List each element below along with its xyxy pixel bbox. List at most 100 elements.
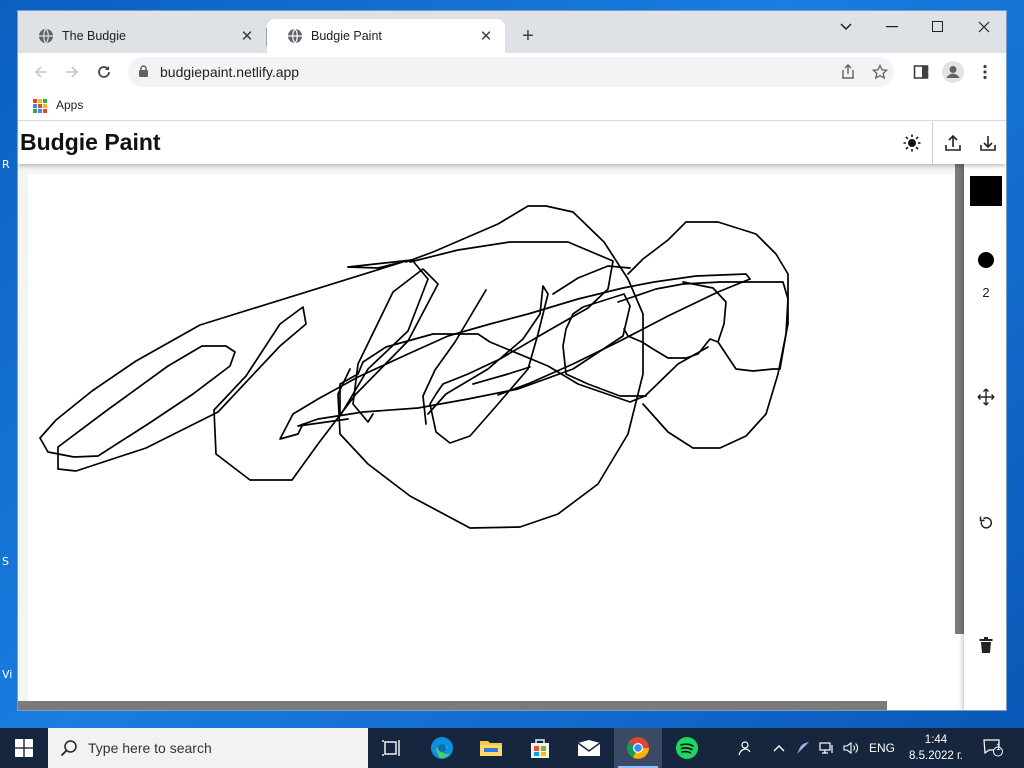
app-header: Budgie Paint	[18, 122, 1006, 164]
pen-tray-button[interactable]	[792, 728, 814, 768]
desktop-icon-label[interactable]: Vi	[2, 668, 16, 681]
chevron-up-icon	[773, 745, 785, 752]
pan-button[interactable]	[975, 386, 997, 408]
search-placeholder: Type here to search	[88, 740, 212, 756]
horizontal-scrollbar[interactable]	[18, 701, 887, 710]
taskbar-chrome[interactable]	[614, 728, 662, 768]
folder-icon	[480, 741, 502, 756]
desktop-icon-label[interactable]: R	[2, 158, 16, 171]
browser-toolbar: budgiepaint.netlify.app	[18, 53, 1006, 91]
download-icon	[980, 136, 996, 151]
clear-canvas-button[interactable]	[975, 634, 997, 656]
app-title: Budgie Paint	[20, 129, 161, 155]
mail-icon	[577, 740, 601, 756]
tab-strip: The Budgie ✕ Budgie Paint ✕ +	[18, 11, 1006, 53]
drawing-canvas[interactable]	[18, 164, 964, 710]
taskbar-edge[interactable]	[418, 728, 466, 768]
clock[interactable]: 1:44 8.5.2022 г.	[900, 732, 972, 764]
avatar-icon	[942, 61, 964, 83]
sun-icon	[903, 134, 921, 152]
header-divider	[932, 122, 933, 164]
apps-grid-icon[interactable]	[33, 99, 47, 113]
budgie-paint-page: Budgie Paint 2	[18, 122, 1006, 710]
maximize-button[interactable]	[915, 11, 961, 43]
upload-button[interactable]	[942, 132, 964, 154]
tab-budgie-paint[interactable]: Budgie Paint ✕	[267, 19, 505, 53]
network-button[interactable]	[816, 728, 838, 768]
minimize-button[interactable]	[869, 11, 915, 43]
tab-title: The Budgie	[62, 29, 126, 43]
browser-window: The Budgie ✕ Budgie Paint ✕ + budgiepain…	[17, 10, 1007, 711]
bookmarks-bar: Apps	[18, 91, 1006, 121]
address-url: budgiepaint.netlify.app	[160, 64, 300, 80]
people-icon	[738, 741, 751, 756]
download-button[interactable]	[977, 132, 999, 154]
clock-date: 8.5.2022 г.	[909, 750, 963, 762]
store-bag-icon	[531, 739, 549, 758]
scribble-drawing	[39, 205, 789, 529]
bookmark-apps[interactable]: Apps	[56, 98, 83, 112]
tab-search-button[interactable]	[823, 11, 869, 43]
side-panel-button[interactable]	[908, 59, 934, 85]
vertical-scrollbar[interactable]	[955, 164, 964, 634]
task-view-icon	[382, 740, 400, 756]
upload-icon	[945, 134, 961, 151]
volume-button[interactable]	[840, 728, 862, 768]
people-button[interactable]	[730, 728, 758, 768]
taskbar-search-box[interactable]: Type here to search	[48, 728, 368, 768]
reload-button[interactable]	[91, 59, 117, 85]
taskbar-file-explorer[interactable]	[467, 728, 515, 768]
back-button[interactable]	[28, 59, 54, 85]
chrome-icon	[627, 737, 649, 759]
tab-title: Budgie Paint	[311, 29, 382, 43]
close-window-button[interactable]	[961, 11, 1006, 43]
arrow-right-icon	[66, 66, 79, 78]
trash-icon	[979, 637, 993, 653]
address-bar[interactable]: budgiepaint.netlify.app	[128, 57, 894, 87]
edge-icon	[431, 737, 453, 759]
chevron-down-icon	[840, 23, 852, 31]
taskbar-store[interactable]	[516, 728, 564, 768]
reset-view-button[interactable]	[975, 512, 997, 534]
tab-the-budgie[interactable]: The Budgie ✕	[18, 19, 266, 53]
close-icon	[978, 21, 990, 33]
spotify-icon	[676, 737, 698, 759]
globe-icon	[39, 28, 53, 44]
forward-button[interactable]	[59, 59, 85, 85]
color-swatch[interactable]	[970, 176, 1002, 206]
bookmark-star-icon[interactable]	[870, 62, 890, 82]
brush-size-dot[interactable]	[978, 252, 994, 268]
close-tab-icon[interactable]: ✕	[238, 27, 256, 45]
network-icon	[819, 742, 833, 754]
theme-toggle-button[interactable]	[901, 132, 923, 154]
input-language-button[interactable]: ENG	[866, 728, 898, 768]
speaker-icon	[843, 741, 858, 755]
globe-icon	[288, 28, 302, 44]
desktop-icon-label[interactable]: S	[2, 555, 16, 568]
move-arrows-icon	[977, 388, 995, 406]
task-view-button[interactable]	[368, 728, 416, 768]
new-tab-button[interactable]: +	[516, 24, 540, 48]
kebab-menu-icon	[983, 64, 987, 80]
lock-icon	[139, 65, 148, 77]
profile-button[interactable]	[940, 59, 966, 85]
share-icon[interactable]	[838, 62, 858, 82]
search-icon	[60, 740, 77, 757]
taskbar-spotify[interactable]	[663, 728, 711, 768]
show-hidden-icons-button[interactable]	[768, 728, 790, 768]
windows-taskbar: Type here to search ENG 1:44 8.5.2022 г.…	[0, 728, 1024, 768]
arrow-left-icon	[34, 66, 47, 78]
brush-size-value: 2	[982, 285, 990, 300]
taskbar-mail[interactable]	[565, 728, 613, 768]
browser-menu-button[interactable]	[972, 59, 998, 85]
clock-time: 1:44	[924, 734, 948, 746]
side-panel-icon	[913, 65, 929, 79]
minimize-icon	[886, 26, 898, 28]
notification-count: 1	[996, 742, 1002, 752]
action-center-button[interactable]: 1	[978, 728, 1008, 768]
start-button[interactable]	[0, 728, 48, 768]
feather-icon	[797, 742, 809, 754]
rotate-icon	[979, 516, 993, 529]
windows-logo-icon	[15, 739, 33, 757]
close-tab-icon[interactable]: ✕	[477, 27, 495, 45]
